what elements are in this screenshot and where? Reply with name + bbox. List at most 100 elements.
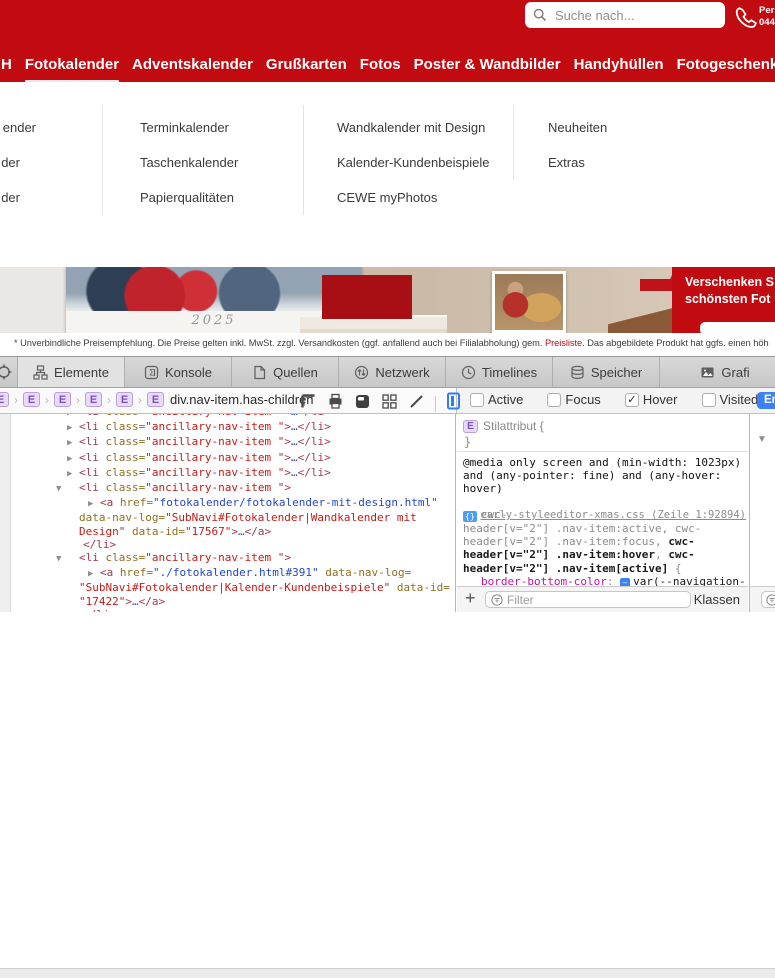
dropdown-item-ender[interactable]: ender xyxy=(3,120,36,135)
appearance-toggle-icon[interactable] xyxy=(354,393,371,415)
nav-item-fotos[interactable]: Fotos xyxy=(360,53,401,77)
phone-icon[interactable] xyxy=(733,5,757,29)
strip-filter-field[interactable] xyxy=(761,591,775,608)
dropdown-item-neuheiten[interactable]: Neuheiten xyxy=(548,120,607,135)
dom-tree-line[interactable]: ▶<li class="ancillary-nav-item ">…</li> xyxy=(12,451,455,466)
tab-elemente[interactable]: Elemente xyxy=(18,357,125,387)
element-badge: E xyxy=(463,420,478,433)
dom-tree-line[interactable]: ▶<a href="./fotokalender.html#391" data-… xyxy=(12,566,455,581)
add-rule-button[interactable]: + xyxy=(465,588,476,609)
dropdown-item-taschenkalender[interactable]: Taschenkalender xyxy=(140,155,238,170)
breadcrumb-element-badge[interactable]: E xyxy=(116,392,133,407)
checkbox-unchecked[interactable] xyxy=(702,393,716,407)
pseudo-toggle-active[interactable]: Active xyxy=(470,392,523,407)
dom-tree-line[interactable]: ▶<li class="ancillary-nav-item ">…</li> xyxy=(12,420,455,435)
css-rule-line[interactable]: header[v="2"] .nav-item:hover, cwc- xyxy=(463,548,748,561)
styles-filter-field[interactable]: Filter xyxy=(485,591,691,608)
sidebar-strip: ▼ xyxy=(749,414,775,612)
dropdown-item-kalender-kundenbeispiele[interactable]: Kalender-Kundenbeispiele xyxy=(337,155,490,170)
dom-tree-line[interactable]: ▼<li class="ancillary-nav-item "> xyxy=(12,481,455,496)
element-picker-button[interactable] xyxy=(0,357,18,387)
tab-label: Grafi xyxy=(721,365,749,380)
classes-button[interactable]: Klassen xyxy=(694,592,740,607)
dom-tree-line[interactable]: "SubNavi#Fotokalender|Kalender-Kundenbei… xyxy=(12,581,455,594)
dom-tree-line[interactable]: ▼<li class="ancillary-nav-item "> xyxy=(12,551,455,566)
dropdown-item-cewe-myphotos[interactable]: CEWE myPhotos xyxy=(337,190,437,205)
stylesheet-link[interactable]: early-styleeditor-xmas.css (Zeile 1:9289… xyxy=(480,509,746,522)
pseudo-toggle-hover[interactable]: ✓Hover xyxy=(625,392,678,407)
css-rule-line[interactable]: cwc-early-styleeditor-xmas.css (Zeile 1:… xyxy=(463,508,748,522)
collapse-triangle-icon[interactable]: ▼ xyxy=(757,434,767,445)
checkbox-checked[interactable]: ✓ xyxy=(625,393,639,407)
dropdown-item-der[interactable]: der xyxy=(1,190,20,205)
search-input[interactable] xyxy=(553,7,717,24)
dom-tree-line[interactable]: ▶<li class="ancillary-nav-item ">…</li> xyxy=(12,435,455,450)
phone-contact[interactable]: Pers 044 xyxy=(759,5,775,29)
breadcrumb-element-badge[interactable]: E xyxy=(23,392,40,407)
breadcrumb-element-badge[interactable]: E xyxy=(85,392,102,407)
dropdown-item-extras[interactable]: Extras xyxy=(548,155,585,170)
grid-overlay-icon[interactable] xyxy=(381,393,398,415)
chevron-right-icon: › xyxy=(107,393,111,407)
nav-item-handyh-llen[interactable]: Handyhüllen xyxy=(574,53,664,77)
preisliste-link[interactable]: Preisliste. xyxy=(545,338,585,348)
media-query[interactable]: @media only screen and (min-width: 1023p… xyxy=(463,456,748,496)
promo-button[interactable] xyxy=(700,322,775,333)
element-selection-icon[interactable] xyxy=(446,392,461,415)
tab-quellen[interactable]: Quellen xyxy=(232,357,339,387)
tab-netzwerk[interactable]: Netzwerk xyxy=(339,357,446,387)
phone-line2: 044 xyxy=(759,17,775,29)
boy-and-dog-photo xyxy=(495,274,563,330)
nav-item-fotogeschenke[interactable]: Fotogeschenke xyxy=(677,53,775,77)
dropdown-item-papierqualit-ten[interactable]: Papierqualitäten xyxy=(140,190,234,205)
edit-pen-icon[interactable] xyxy=(408,393,425,415)
dropdown-item-wandkalender-mit-design[interactable]: Wandkalender mit Design xyxy=(337,120,485,135)
search-box[interactable] xyxy=(525,2,725,28)
nav-item-gru-karten[interactable]: Grußkarten xyxy=(266,53,347,77)
css-rule-icon xyxy=(463,511,477,522)
events-button[interactable]: En xyxy=(757,392,775,409)
dropdown-divider xyxy=(513,105,514,180)
strip-filter-bar xyxy=(750,586,775,612)
nav-item-adventskalender[interactable]: Adventskalender xyxy=(132,53,253,77)
dom-tree-line[interactable]: </li> xyxy=(12,608,455,612)
dropdown-item-der[interactable]: der xyxy=(1,155,20,170)
dropdown-item-terminkalender[interactable]: Terminkalender xyxy=(140,120,229,135)
chevron-right-icon: › xyxy=(45,393,49,407)
ruler-icon[interactable] xyxy=(300,393,317,415)
inspector-tabbar: ElementeΣKonsoleQuellenNetzwerk Timelines… xyxy=(0,357,775,388)
print-styles-icon[interactable] xyxy=(327,393,344,415)
tab-timelines[interactable]: Timelines xyxy=(446,357,553,387)
tab-konsole[interactable]: ΣKonsole xyxy=(125,357,232,387)
breadcrumb-element-badge[interactable]: E xyxy=(54,392,71,407)
css-rule-line[interactable]: header[v="2"] .nav-item:focus, cwc- xyxy=(463,535,748,548)
dom-tree-line[interactable]: "17422">…</a> xyxy=(12,595,455,608)
gift-box xyxy=(322,275,412,319)
checkbox-unchecked[interactable] xyxy=(547,393,561,407)
pseudo-toggle-visited[interactable]: Visited xyxy=(702,392,759,407)
dom-tree-line[interactable]: ▶<a href="fotokalender/fotokalender-mit-… xyxy=(12,496,455,511)
breadcrumb-element-badge[interactable]: E xyxy=(147,392,164,407)
nav-item-fotokalender[interactable]: Fotokalender xyxy=(25,53,119,77)
nav-item-poster-wandbilder[interactable]: Poster & Wandbilder xyxy=(414,53,561,77)
nav-item-h[interactable]: H xyxy=(1,53,12,77)
tab-label: Timelines xyxy=(482,365,537,380)
tab-grafi[interactable]: Grafi xyxy=(660,357,775,387)
dom-tree-line[interactable]: ▶<li class="ancillary-nav-item ">…</li> xyxy=(12,466,455,481)
panel-splitter[interactable] xyxy=(455,414,456,612)
dom-tree-line[interactable]: </li> xyxy=(12,538,455,551)
chevron-right-icon: › xyxy=(138,393,142,407)
css-rule-line[interactable]: header[v="2"] .nav-item[active] { xyxy=(463,562,748,575)
dom-tree-line[interactable]: Design" data-id="17567">…</a> xyxy=(12,525,455,538)
selected-element-selector[interactable]: div.nav-item.has-children xyxy=(170,392,314,407)
checkbox-unchecked[interactable] xyxy=(470,393,484,407)
breadcrumb-element-badge[interactable]: E xyxy=(0,392,9,407)
css-rule-line[interactable]: header[v="2"] .nav-item:active, cwc- xyxy=(463,522,748,535)
dom-tree-line[interactable]: data-nav-log="SubNavi#Fotokalender|Wandk… xyxy=(12,511,455,524)
pseudo-toggle-focus[interactable]: Focus xyxy=(547,392,600,407)
site-header: Pers 044 H Fotokalender Adventskalender Gru… xyxy=(0,0,775,82)
styles-panel: E Stilattribut { } @media only screen an… xyxy=(457,414,748,612)
tab-speicher[interactable]: Speicher xyxy=(553,357,660,387)
inline-style-section[interactable]: E Stilattribut { } xyxy=(457,414,748,452)
hero-banner[interactable]: 2025 Verschenken S schönsten Fot xyxy=(0,267,775,333)
